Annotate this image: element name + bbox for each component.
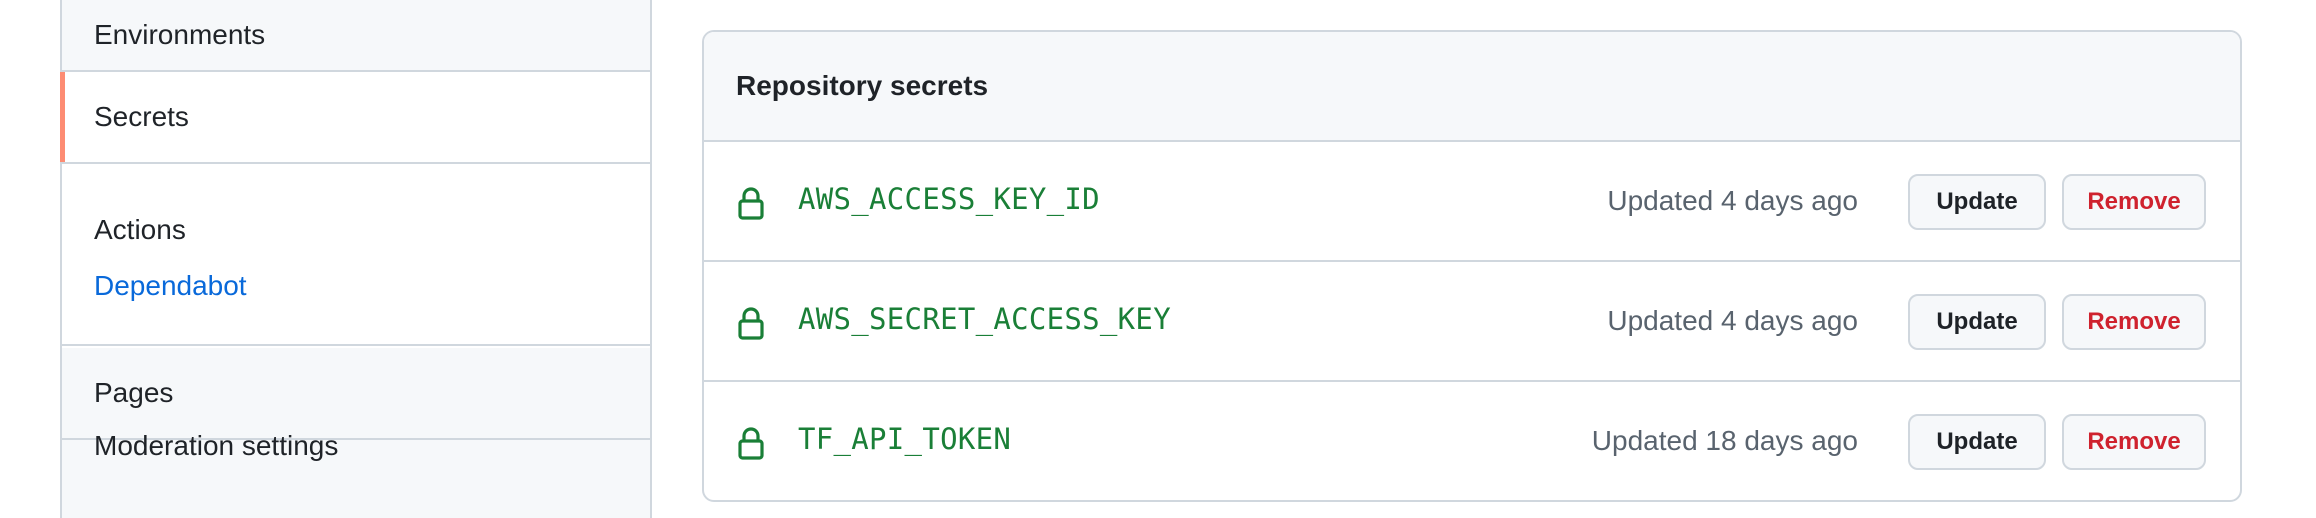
sidebar-item-label: Moderation settings	[94, 430, 339, 461]
sidebar-item-dependabot[interactable]: Dependabot	[94, 270, 247, 302]
settings-sidebar: Environments Secrets Actions Dependabot …	[60, 0, 652, 518]
sidebar-item-label: Pages	[94, 377, 174, 408]
secret-row: AWS_SECRET_ACCESS_KEY Updated 4 days ago…	[704, 262, 2240, 382]
lock-icon	[738, 307, 764, 340]
settings-page: Environments Secrets Actions Dependabot …	[0, 0, 2316, 518]
active-indicator	[60, 72, 65, 162]
secret-row: TF_API_TOKEN Updated 18 days ago Update …	[704, 382, 2240, 500]
secret-name: AWS_SECRET_ACCESS_KEY	[798, 302, 1171, 336]
secret-updated-time: Updated 4 days ago	[1607, 185, 1858, 216]
remove-button[interactable]: Remove	[2062, 174, 2206, 230]
sidebar-item-environments[interactable]: Environments	[62, 0, 650, 72]
secret-name: TF_API_TOKEN	[798, 422, 1012, 456]
secret-updated-time: Updated 4 days ago	[1607, 305, 1858, 336]
secret-row: AWS_ACCESS_KEY_ID Updated 4 days ago Upd…	[704, 142, 2240, 262]
remove-button[interactable]: Remove	[2062, 414, 2206, 470]
panel-title: Repository secrets	[736, 70, 989, 101]
update-button[interactable]: Update	[1908, 414, 2046, 470]
sidebar-item-secrets[interactable]: Secrets	[60, 72, 650, 164]
sidebar-item-moderation-settings[interactable]: Moderation settings	[62, 430, 650, 518]
secret-updated-time: Updated 18 days ago	[1591, 425, 1858, 456]
update-button[interactable]: Update	[1908, 294, 2046, 350]
sidebar-item-label: Secrets	[94, 101, 189, 132]
panel-header: Repository secrets	[704, 32, 2240, 142]
update-button[interactable]: Update	[1908, 174, 2046, 230]
secret-name: AWS_ACCESS_KEY_ID	[798, 182, 1100, 216]
sidebar-subgroup-title: Actions	[94, 214, 186, 245]
lock-icon	[738, 187, 764, 220]
lock-icon	[738, 427, 764, 460]
repository-secrets-panel: Repository secrets AWS_ACCESS_KEY_ID Upd…	[702, 30, 2242, 502]
remove-button[interactable]: Remove	[2062, 294, 2206, 350]
sidebar-subgroup-actions: Actions Dependabot	[62, 166, 650, 346]
sidebar-item-pages[interactable]: Pages	[62, 348, 650, 440]
sidebar-item-label: Environments	[94, 19, 266, 50]
